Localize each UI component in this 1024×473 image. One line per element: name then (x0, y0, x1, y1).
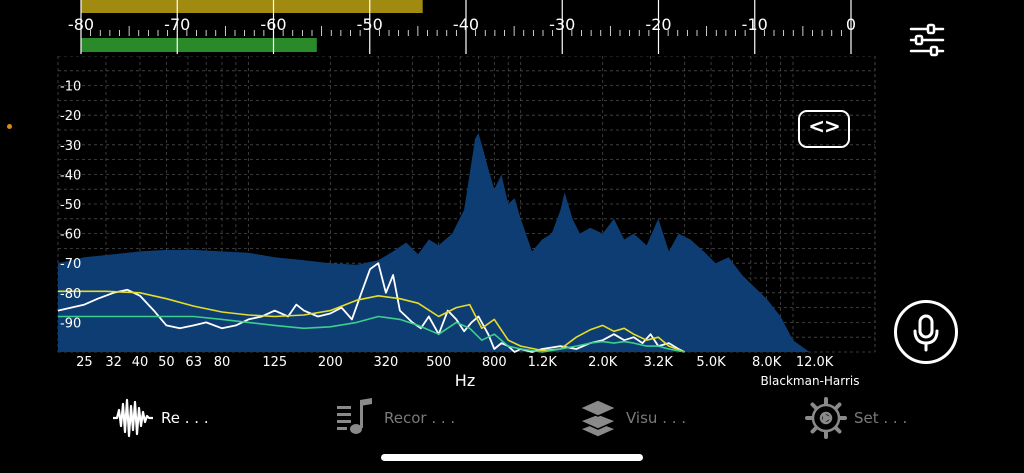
music-list-icon (334, 396, 378, 440)
gear-icon (804, 396, 848, 440)
y-tick-label: -20 (60, 109, 81, 124)
spectrum-chart: -10 -20 -30 -40 -50 -60 -70 -80 -90 25 32 40 50 63 80… (57, 56, 876, 370)
x-tick-label: 1.2K (528, 355, 558, 370)
tab-realtime[interactable]: Re . . . (111, 392, 209, 444)
y-tick-label: -10 (60, 80, 81, 95)
x-tick-label: 40 (132, 355, 149, 370)
meter-tick-label: -70 (164, 15, 190, 34)
tab-settings-label: Set . . . (854, 409, 908, 427)
x-tick-label: 800 (482, 355, 507, 370)
bottom-tab-bar: Re . . . Recor . . . Visu . . . Set . . … (0, 392, 1024, 444)
waveform-icon (111, 396, 155, 440)
sliders-settings-button[interactable] (905, 20, 949, 58)
x-tick-label: 32 (105, 355, 122, 370)
tab-visualization-label: Visu . . . (626, 409, 687, 427)
tab-recordings[interactable]: Recor . . . (334, 392, 455, 444)
x-tick-label: 500 (426, 355, 451, 370)
meter-tick-label: -60 (260, 15, 286, 34)
tab-visualization[interactable]: Visu . . . (576, 392, 686, 444)
level-meter: -80 -70 -60 -50 -40 -30 -20 -10 0 (68, 0, 856, 54)
code-toggle-icon: <> (808, 114, 841, 138)
y-tick-label: -50 (60, 198, 81, 213)
meter-tick-label: -40 (453, 15, 479, 34)
x-tick-label: 80 (214, 355, 231, 370)
x-tick-label: 2.0K (588, 355, 618, 370)
y-tick-label: -40 (60, 168, 81, 183)
tab-realtime-label: Re . . . (161, 409, 209, 427)
meter-tick-label: -30 (549, 15, 575, 34)
peak-level-bar (81, 0, 423, 13)
tab-recordings-label: Recor . . . (384, 409, 456, 427)
x-tick-label: 8.0K (752, 355, 782, 370)
home-indicator[interactable] (381, 454, 643, 461)
y-tick-label: -30 (60, 139, 81, 154)
tab-settings[interactable]: Set . . . (804, 392, 907, 444)
x-tick-label: 12.0K (796, 355, 834, 370)
x-tick-label: 63 (185, 355, 202, 370)
meter-tick-label: 0 (846, 15, 856, 34)
x-tick-label: 125 (262, 355, 287, 370)
x-axis-label: Hz (454, 371, 476, 390)
microphone-button[interactable] (894, 300, 958, 364)
x-tick-label: 3.2K (644, 355, 674, 370)
meter-tick-label: -10 (742, 15, 768, 34)
y-tick-label: -90 (60, 316, 81, 331)
meter-tick-label: -50 (357, 15, 383, 34)
spectrum-area (58, 133, 875, 352)
meter-tick-label: -20 (645, 15, 671, 34)
x-tick-label: 200 (318, 355, 343, 370)
x-tick-label: 5.0K (696, 355, 726, 370)
x-tick-label: 320 (374, 355, 399, 370)
microphone-icon (913, 314, 939, 352)
layers-icon (576, 396, 620, 440)
window-function-label[interactable]: Blackman-Harris (730, 374, 890, 388)
y-tick-label: -70 (60, 257, 81, 272)
x-tick-label: 25 (76, 355, 93, 370)
rms-level-bar (81, 38, 317, 52)
x-tick-label: 50 (158, 355, 175, 370)
y-tick-label: -80 (60, 287, 81, 302)
sliders-icon (909, 23, 945, 57)
y-tick-label: -60 (60, 228, 81, 243)
meter-tick-label: -80 (68, 15, 94, 34)
code-toggle-button[interactable]: <> (798, 110, 850, 148)
